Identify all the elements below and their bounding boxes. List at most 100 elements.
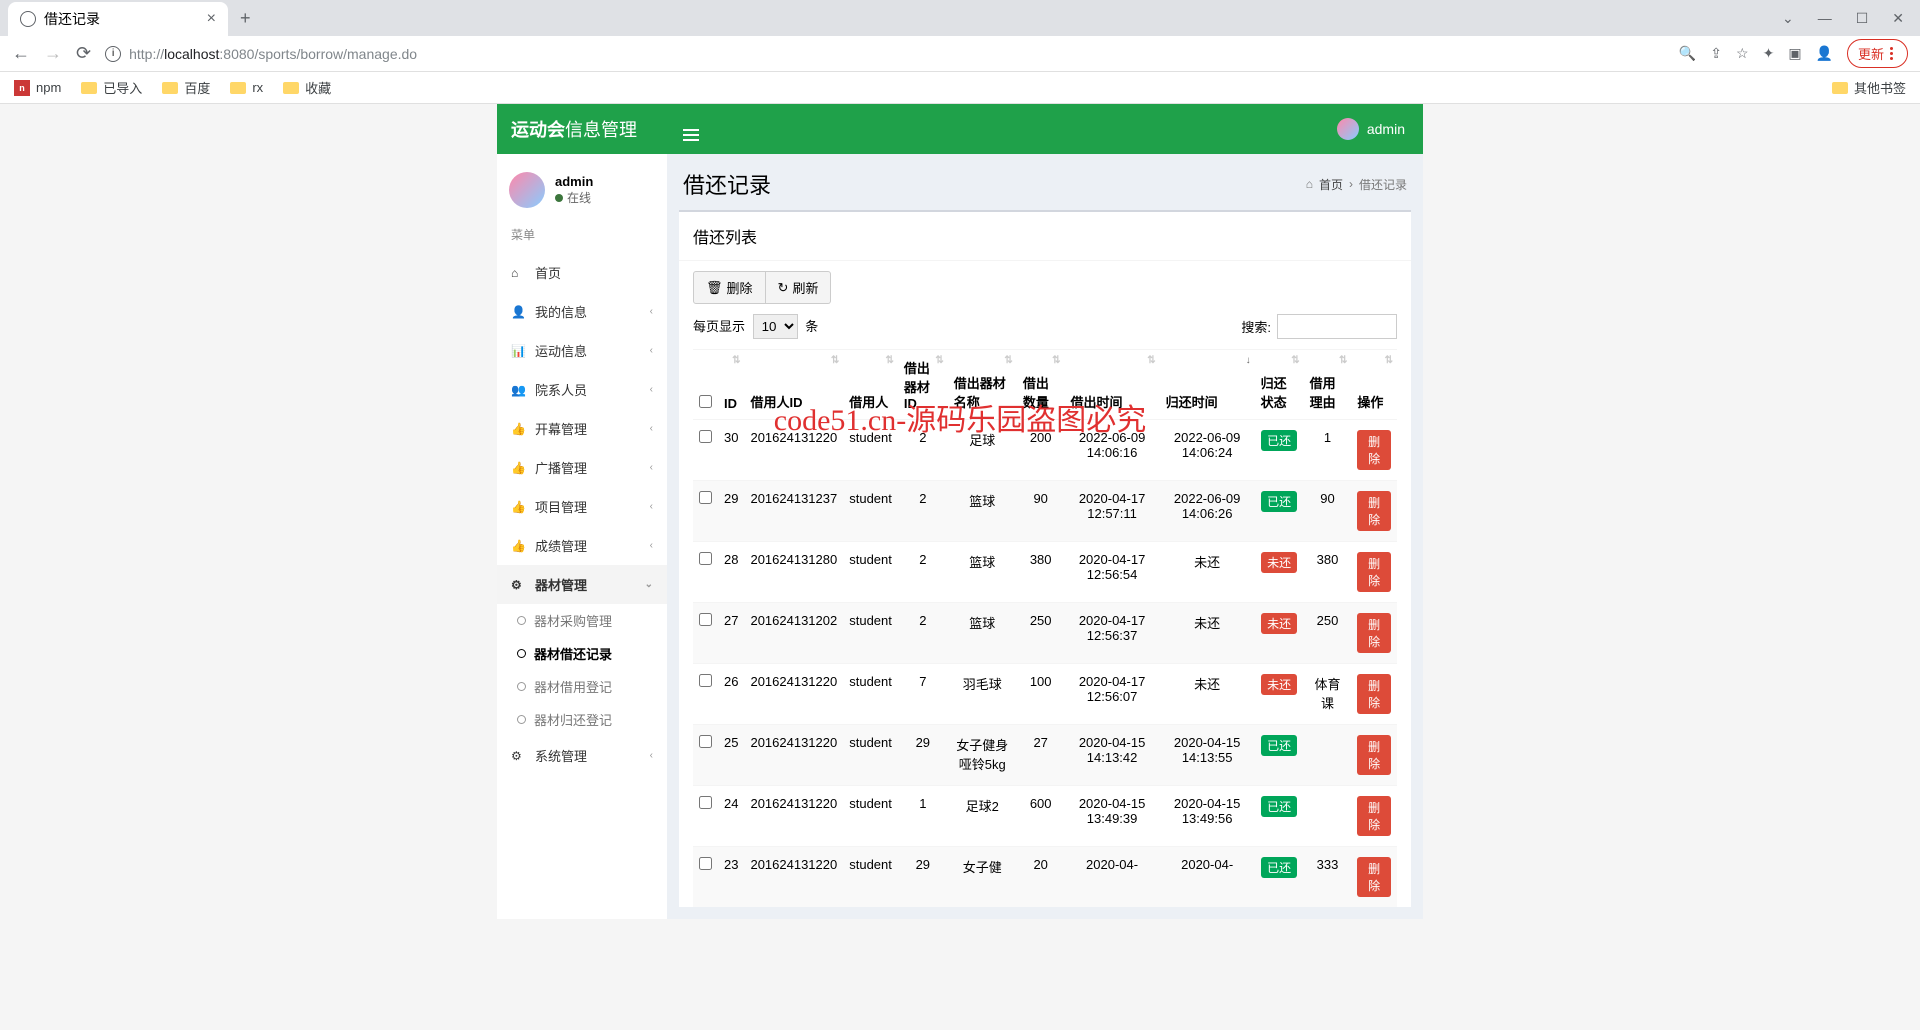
submenu-item[interactable]: 器材归还登记 <box>497 703 667 736</box>
cell-rtime: 2020-04- <box>1160 847 1255 908</box>
zoom-icon[interactable]: 🔍 <box>1679 45 1696 62</box>
forward-button[interactable]: → <box>44 43 62 64</box>
column-header[interactable]: 借出时间⇅ <box>1065 350 1160 420</box>
submenu-item[interactable]: 器材采购管理 <box>497 604 667 637</box>
row-delete-button[interactable]: 删除 <box>1357 430 1391 470</box>
row-checkbox[interactable] <box>699 613 712 626</box>
npm-icon: n <box>14 80 30 96</box>
url-text: http://localhost:8080/sports/borrow/mana… <box>129 46 417 62</box>
breadcrumb-home[interactable]: 首页 <box>1319 176 1343 193</box>
sort-icon: ⇅ <box>1147 356 1155 366</box>
url-box[interactable]: i http://localhost:8080/sports/borrow/ma… <box>105 46 1665 62</box>
search-input[interactable] <box>1277 314 1397 339</box>
sidebar-item[interactable]: 👍开幕管理‹ <box>497 409 667 448</box>
row-checkbox[interactable] <box>699 552 712 565</box>
column-header[interactable]: 借用人ID⇅ <box>744 350 843 420</box>
dropdown-icon[interactable]: ⌄ <box>1782 10 1794 27</box>
sidebar-item-equipment[interactable]: ⚙ 器材管理 ⌄ <box>497 565 667 604</box>
cell-uid: 201624131220 <box>744 725 843 786</box>
column-header[interactable]: 借出器材ID⇅ <box>898 350 948 420</box>
row-delete-button[interactable]: 删除 <box>1357 613 1391 653</box>
globe-icon <box>20 11 36 27</box>
sidebar-item[interactable]: 👥院系人员‹ <box>497 370 667 409</box>
back-button[interactable]: ← <box>12 43 30 64</box>
chevron-left-icon: ‹ <box>650 384 653 395</box>
delete-button[interactable]: 🗑删除 <box>693 271 766 304</box>
row-delete-button[interactable]: 删除 <box>1357 735 1391 775</box>
user-status: 在线 <box>555 189 593 206</box>
submenu-item[interactable]: 器材借还记录 <box>497 637 667 670</box>
submenu-item[interactable]: 器材借用登记 <box>497 670 667 703</box>
row-checkbox[interactable] <box>699 491 712 504</box>
tab-title: 借还记录 <box>44 9 100 29</box>
sidepanel-icon[interactable]: ▣ <box>1788 45 1801 62</box>
cell-ename: 足球 <box>948 420 1017 481</box>
refresh-button[interactable]: ↻刷新 <box>766 271 832 304</box>
update-button[interactable]: 更新 <box>1847 39 1908 68</box>
sidebar-item[interactable]: 👍广播管理‹ <box>497 448 667 487</box>
sidebar-item[interactable]: 👍项目管理‹ <box>497 487 667 526</box>
sidebar-item-label: 广播管理 <box>535 458 587 477</box>
column-header[interactable]: ID⇅ <box>718 350 744 420</box>
row-delete-button[interactable]: 删除 <box>1357 674 1391 714</box>
share-icon[interactable]: ⇪ <box>1710 45 1722 62</box>
row-delete-button[interactable]: 删除 <box>1357 796 1391 836</box>
new-tab-button[interactable]: + <box>228 8 263 29</box>
sidebar-item[interactable]: ⌂首页 <box>497 253 667 292</box>
bookmark-star-icon[interactable]: ☆ <box>1736 45 1749 62</box>
sidebar-item[interactable]: 👍成绩管理‹ <box>497 526 667 565</box>
bookmark-rx[interactable]: rx <box>230 80 263 95</box>
bookmark-fav[interactable]: 收藏 <box>283 78 331 97</box>
sort-icon: ⇅ <box>935 356 943 366</box>
row-checkbox[interactable] <box>699 857 712 870</box>
cell-id: 29 <box>718 481 744 542</box>
header-user[interactable]: admin <box>1337 118 1423 140</box>
window-controls: ⌄ — ☐ ✕ <box>1782 10 1920 27</box>
length-select[interactable]: 10 <box>753 314 798 339</box>
close-window-icon[interactable]: ✕ <box>1892 10 1904 27</box>
maximize-icon[interactable]: ☐ <box>1856 10 1869 27</box>
menu-icon: 📊 <box>511 344 527 358</box>
column-header[interactable] <box>693 350 718 420</box>
select-all-checkbox[interactable] <box>699 395 712 408</box>
toolbar-right: 🔍 ⇪ ☆ ✦ ▣ 👤 更新 <box>1679 39 1908 68</box>
column-header[interactable]: 操作⇅ <box>1351 350 1397 420</box>
sidebar-toggle[interactable] <box>667 118 715 141</box>
chevron-left-icon: ‹ <box>650 540 653 551</box>
column-header[interactable]: 归还状态⇅ <box>1255 350 1304 420</box>
extensions-icon[interactable]: ✦ <box>1763 45 1775 62</box>
row-delete-button[interactable]: 删除 <box>1357 552 1391 592</box>
row-delete-button[interactable]: 删除 <box>1357 857 1391 897</box>
avatar <box>1337 118 1359 140</box>
column-header[interactable]: 借出数量⇅ <box>1017 350 1065 420</box>
profile-icon[interactable]: 👤 <box>1816 45 1833 62</box>
other-bookmarks[interactable]: 其他书签 <box>1832 78 1906 97</box>
column-header[interactable]: 借用人⇅ <box>843 350 898 420</box>
logo[interactable]: 运动会信息管理 <box>497 116 667 142</box>
cell-id: 23 <box>718 847 744 908</box>
cell-user: student <box>843 603 898 664</box>
row-checkbox[interactable] <box>699 735 712 748</box>
sidebar-item[interactable]: ⚙系统管理‹ <box>497 736 667 775</box>
bookmark-imported[interactable]: 已导入 <box>81 78 142 97</box>
reload-button[interactable]: ⟳ <box>76 43 91 64</box>
cell-rtime: 未还 <box>1160 542 1255 603</box>
site-info-icon[interactable]: i <box>105 46 121 62</box>
row-delete-button[interactable]: 删除 <box>1357 491 1391 531</box>
column-header[interactable]: 借用理由⇅ <box>1304 350 1352 420</box>
row-checkbox[interactable] <box>699 796 712 809</box>
close-tab-icon[interactable]: × <box>207 10 216 28</box>
row-checkbox[interactable] <box>699 430 712 443</box>
column-header[interactable]: 借出器材名称⇅ <box>948 350 1017 420</box>
minimize-icon[interactable]: — <box>1818 10 1832 27</box>
browser-tab[interactable]: 借还记录 × <box>8 2 228 36</box>
circle-icon <box>517 682 526 691</box>
row-checkbox[interactable] <box>699 674 712 687</box>
bookmark-baidu[interactable]: 百度 <box>162 78 210 97</box>
chevron-left-icon: ‹ <box>650 423 653 434</box>
sidebar-item[interactable]: 📊运动信息‹ <box>497 331 667 370</box>
bookmark-npm[interactable]: nnpm <box>14 80 61 96</box>
browser-chrome: 借还记录 × + ⌄ — ☐ ✕ ← → ⟳ i http://localhos… <box>0 0 1920 104</box>
sidebar-item[interactable]: 👤我的信息‹ <box>497 292 667 331</box>
column-header[interactable]: 归还时间↓ <box>1160 350 1255 420</box>
